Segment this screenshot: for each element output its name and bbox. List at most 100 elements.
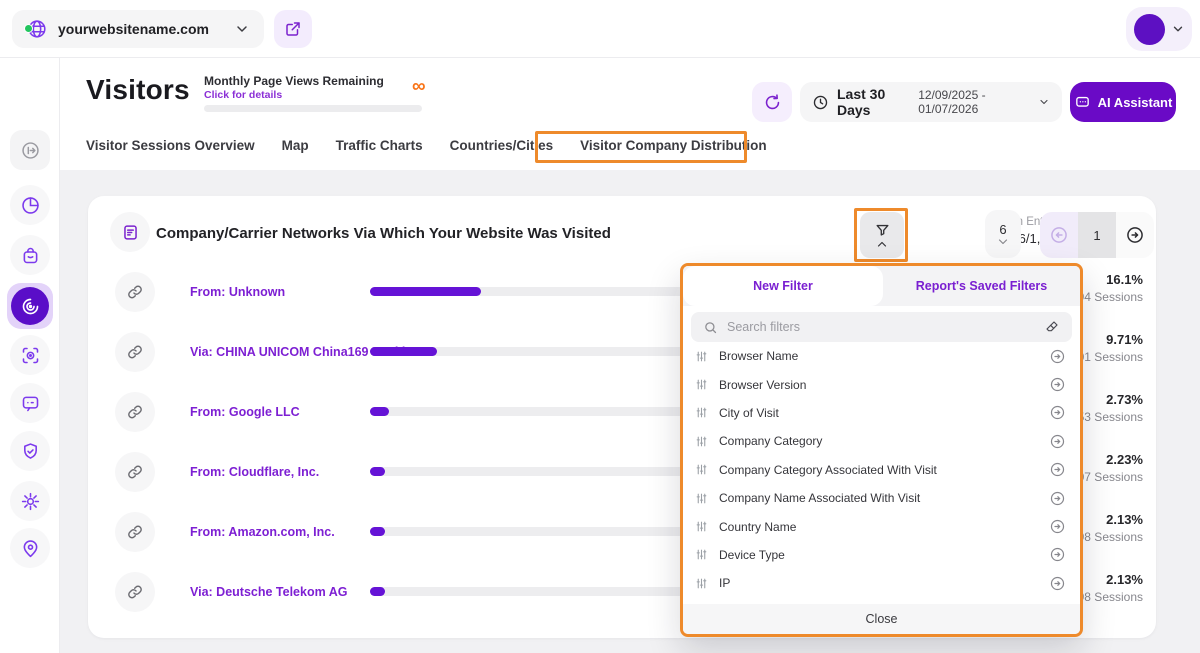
page-size-selector[interactable]: 6 [985,210,1021,258]
sliders-icon [695,463,708,476]
shown-entries: Shown Entries 1-6/1,009 [878,216,1062,246]
report-icon-circle [110,212,150,252]
tab-new-filter[interactable]: New Filter [683,266,883,306]
filter-item-ip[interactable]: IP [683,569,1080,597]
sidebar-item-security[interactable] [10,431,50,471]
refresh-icon [763,93,782,112]
arrow-right-circle-icon[interactable] [1049,546,1066,563]
arrow-right-circle-icon[interactable] [1049,461,1066,478]
website-globe-icon [24,18,48,40]
chevron-down-icon [1171,22,1185,36]
link-icon [115,392,155,432]
filter-item-company-name-associated[interactable]: Company Name Associated With Visit [683,484,1080,512]
date-range-picker[interactable]: Last 30 Days 12/09/2025 - 01/07/2026 [800,82,1062,122]
arrow-left-circle-icon [1049,225,1069,245]
sliders-icon [695,350,708,363]
eraser-icon[interactable] [1044,319,1060,335]
filter-item-label: Device Type [719,547,785,562]
collapse-arrow-icon [20,140,41,161]
sidebar-item-settings[interactable] [10,481,50,521]
tab-countries-cities[interactable]: Countries/Cities [450,138,554,153]
arrow-right-circle-icon[interactable] [1049,433,1066,450]
link-icon [115,452,155,492]
filter-item-company-category-associated[interactable]: Company Category Associated With Visit [683,456,1080,484]
tab-visitor-sessions-overview[interactable]: Visitor Sessions Overview [86,138,255,153]
filter-item-city-of-visit[interactable]: City of Visit [683,399,1080,427]
page-size-value: 6 [999,222,1007,237]
arrow-right-circle-icon[interactable] [1049,376,1066,393]
avatar [1133,13,1165,45]
tab-visitor-company-distribution[interactable]: Visitor Company Distribution [580,138,767,153]
sidebar-item-analytics[interactable] [10,185,50,225]
filter-item-device-type[interactable]: Device Type [683,541,1080,569]
network-label[interactable]: From: Cloudflare, Inc. [190,465,319,479]
search-input[interactable] [727,320,1035,334]
chevron-down-icon [234,21,250,37]
network-label[interactable]: From: Unknown [190,285,285,299]
chevron-down-icon [1038,96,1050,108]
filter-item-browser-name[interactable]: Browser Name [683,342,1080,370]
link-icon [115,512,155,552]
sliders-icon [695,378,708,391]
sidebar-item-store[interactable] [10,235,50,275]
report-document-icon [121,223,140,242]
filter-item-company-category[interactable]: Company Category [683,427,1080,455]
sidebar-item-collapse[interactable] [10,130,50,170]
current-page: 1 [1078,212,1116,258]
sliders-icon [695,520,708,533]
network-label[interactable]: Via: Deutsche Telekom AG [190,585,347,599]
chevron-down-icon [997,238,1009,246]
link-icon [115,572,155,612]
tab-reports-saved-filters[interactable]: Report's Saved Filters [883,266,1080,306]
tab-map[interactable]: Map [282,138,309,153]
arrow-right-circle-icon[interactable] [1049,490,1066,507]
filter-item-label: Company Category Associated With Visit [719,462,937,477]
sliders-icon [695,406,708,419]
open-website-button[interactable] [274,10,312,48]
sidebar-item-geolocation[interactable] [10,528,50,568]
ai-assistant-label: AI Assistant [1097,94,1173,110]
quota-details-link[interactable]: Click for details [204,89,282,101]
arrow-right-circle-icon[interactable] [1049,518,1066,535]
network-label[interactable]: From: Amazon.com, Inc. [190,525,335,539]
map-pin-icon [20,538,41,559]
filter-panel-tabs: New Filter Report's Saved Filters [683,266,1080,306]
date-range-value: 12/09/2025 - 01/07/2026 [918,88,986,116]
external-link-icon [284,20,302,38]
arrow-right-circle-icon [1125,225,1145,245]
filter-item-browser-version[interactable]: Browser Version [683,370,1080,398]
tab-traffic-charts[interactable]: Traffic Charts [336,138,423,153]
arrow-right-circle-icon[interactable] [1049,404,1066,421]
search-icon [703,320,718,335]
filter-item-label: IP [719,576,731,591]
bag-icon [20,245,41,266]
top-bar: yourwebsitename.com [0,0,1200,58]
next-page-button[interactable] [1116,212,1154,258]
refresh-button[interactable] [752,82,792,122]
shown-entries-label: Shown Entries [987,216,1062,228]
arrow-right-circle-icon[interactable] [1049,348,1066,365]
website-name: yourwebsitename.com [58,21,209,37]
filter-item-label: Browser Name [719,349,799,364]
website-selector[interactable]: yourwebsitename.com [12,10,264,48]
sidebar-item-recordings[interactable] [10,335,50,375]
network-label[interactable]: From: Google LLC [190,405,300,419]
close-button[interactable]: Close [683,604,1080,634]
filter-search [691,312,1072,342]
sidebar-item-visitors-active[interactable] [7,283,53,329]
pie-chart-icon [20,195,41,216]
arrow-right-circle-icon[interactable] [1049,575,1066,592]
sidebar-item-chat[interactable] [10,383,50,423]
shield-check-icon [20,441,41,462]
sliders-icon [695,548,708,561]
sliders-icon [695,492,708,505]
account-menu[interactable] [1126,7,1192,51]
focus-scan-icon [20,345,41,366]
ai-assistant-button[interactable]: AI Assistant [1070,82,1176,122]
prev-page-button[interactable] [1040,212,1078,258]
ai-chat-icon [1074,94,1091,111]
filter-item-country-name[interactable]: Country Name [683,512,1080,540]
shown-entries-value: 1-6/1,009 [1007,231,1062,246]
filter-item-label: Country Name [719,519,797,534]
quota-label: Monthly Page Views Remaining [204,74,384,88]
